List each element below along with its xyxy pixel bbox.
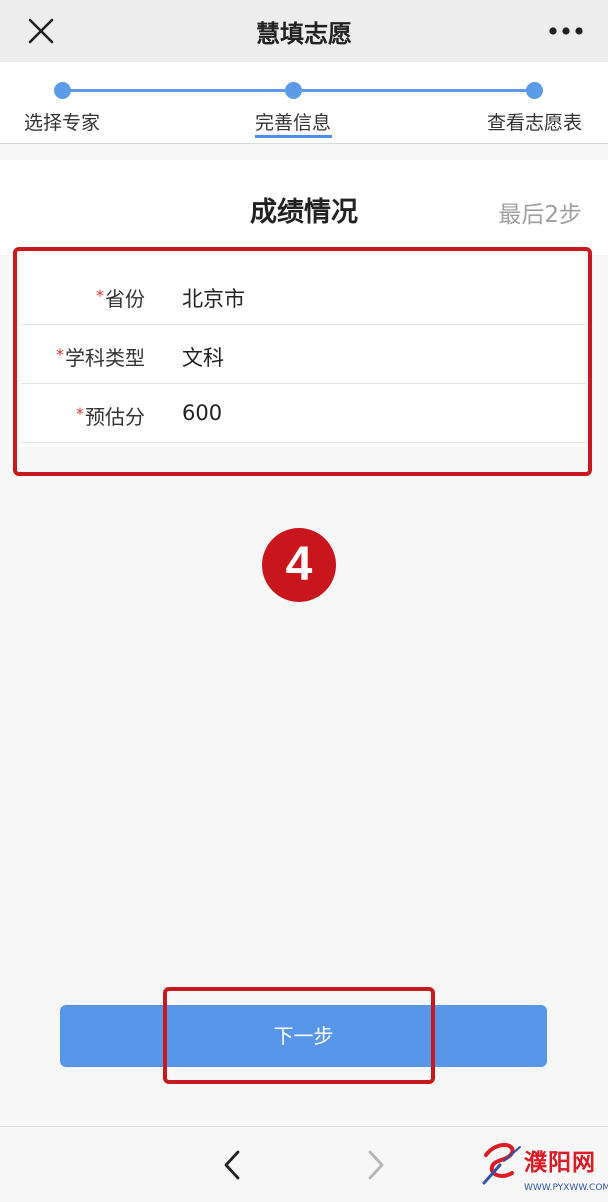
active-step-underline xyxy=(255,135,332,138)
window-title: 慧填志愿 xyxy=(256,20,352,48)
progress-stepper: 选择专家 完善信息 查看志愿表 xyxy=(0,62,608,144)
title-bar: 慧填志愿 xyxy=(0,0,608,62)
step-dot-1 xyxy=(54,82,71,99)
back-arrow-icon[interactable] xyxy=(218,1147,246,1183)
button-highlight-frame xyxy=(163,987,435,1084)
browser-nav-bar: 濮阳网 WWW.PYXWW.COM xyxy=(0,1126,608,1202)
step-dot-3 xyxy=(526,82,543,99)
step-label-view-table[interactable]: 查看志愿表 xyxy=(487,108,582,135)
watermark-name: 濮阳网 xyxy=(524,1150,596,1176)
watermark-logo-icon xyxy=(482,1143,521,1185)
step-label-select-expert[interactable]: 选择专家 xyxy=(24,108,100,135)
watermark-url: WWW.PYXWW.COM xyxy=(524,1183,608,1193)
step-number-badge: 4 xyxy=(262,528,336,602)
step-dot-2 xyxy=(285,82,302,99)
step-label-complete-info[interactable]: 完善信息 xyxy=(255,108,331,135)
form-highlight-frame xyxy=(13,247,592,476)
more-icon[interactable] xyxy=(548,18,584,44)
forward-arrow-icon[interactable] xyxy=(362,1147,390,1183)
section-header: 成绩情况 最后2步 xyxy=(0,160,608,255)
steps-remaining: 最后2步 xyxy=(498,202,582,228)
